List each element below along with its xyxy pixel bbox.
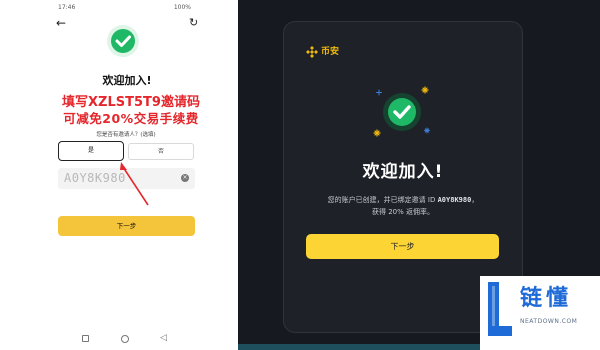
welcome-title: 欢迎加入!	[102, 74, 152, 87]
desc-prefix: 您的账户已创建，并已绑定邀请 ID	[327, 196, 436, 204]
desc-referral-code: A0Y8K980	[437, 196, 472, 204]
mobile-signup-screen: 17:46 100% ← ↻ 欢迎加入! 填写XZLST5T9邀请码 可减免20…	[0, 0, 215, 350]
binance-logo-icon	[306, 46, 318, 58]
next-button[interactable]: 下一步	[58, 216, 195, 236]
watermark-title: 链懂	[520, 286, 573, 311]
card-next-button[interactable]: 下一步	[306, 234, 499, 259]
status-bar: 17:46 100%	[0, 0, 215, 14]
home-icon[interactable]	[121, 335, 129, 343]
brand-name: 币安	[321, 47, 340, 57]
referral-id-input[interactable]: A0Y8K980 ×	[58, 168, 195, 189]
success-check-icon-large	[373, 86, 430, 137]
bottom-strip	[238, 344, 480, 350]
clear-icon[interactable]: ×	[181, 174, 189, 182]
referrer-question: 您是否有邀请人？(选填)	[96, 132, 156, 138]
promo-discount-text: 可减免20%交易手续费	[63, 111, 199, 126]
card-welcome-title: 欢迎加入!	[362, 162, 444, 182]
option-yes-button[interactable]: 是	[58, 141, 124, 161]
card-description: 您的账户已创建，并已绑定邀请 ID A0Y8K980， 获得 20% 返佣率。	[306, 194, 500, 218]
desc-suffix: ，	[471, 196, 479, 204]
option-no-button[interactable]: 否	[128, 143, 194, 160]
status-time: 17:46	[58, 4, 76, 11]
watermark-logo-icon	[488, 282, 512, 336]
recent-apps-icon[interactable]	[82, 335, 89, 342]
nav-back-icon[interactable]: ◁	[160, 333, 167, 343]
refresh-icon[interactable]: ↻	[189, 17, 201, 29]
watermark-subtitle: NEATDOWN.COM	[520, 318, 578, 325]
promo-code-text: 填写XZLST5T9邀请码	[62, 95, 200, 110]
android-nav-bar: ◁	[0, 332, 215, 346]
back-arrow-icon[interactable]: ←	[56, 17, 68, 29]
screenshot-stage: 17:46 100% ← ↻ 欢迎加入! 填写XZLST5T9邀请码 可减免20…	[0, 0, 600, 350]
status-battery: 100%	[173, 4, 191, 11]
referral-id-value: A0Y8K980	[64, 171, 126, 185]
desc-line-2: 获得 20% 返佣率。	[371, 208, 434, 216]
desc-line-1: 您的账户已创建，并已绑定邀请 ID A0Y8K980，	[306, 194, 500, 206]
success-check-icon	[107, 25, 139, 57]
